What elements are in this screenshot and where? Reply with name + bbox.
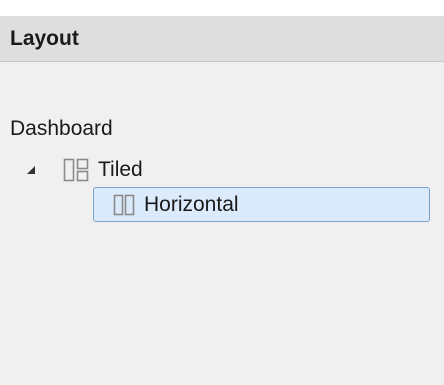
tree-item-horizontal-label: Horizontal — [144, 192, 239, 216]
layout-panel-header: Layout — [0, 16, 444, 62]
expand-triangle-icon[interactable] — [26, 165, 36, 175]
tiled-layout-icon — [63, 158, 89, 182]
tree-root-dashboard[interactable]: Dashboard — [10, 114, 113, 144]
panel-title: Layout — [10, 26, 79, 50]
tree-item-tiled-label: Tiled — [98, 158, 143, 181]
horizontal-layout-icon — [113, 194, 135, 216]
tree-item-horizontal[interactable]: Horizontal — [93, 187, 430, 222]
tree-item-tiled[interactable]: Tiled — [26, 154, 143, 186]
layout-panel: Layout Dashboard Tiled Horizontal — [0, 16, 444, 385]
